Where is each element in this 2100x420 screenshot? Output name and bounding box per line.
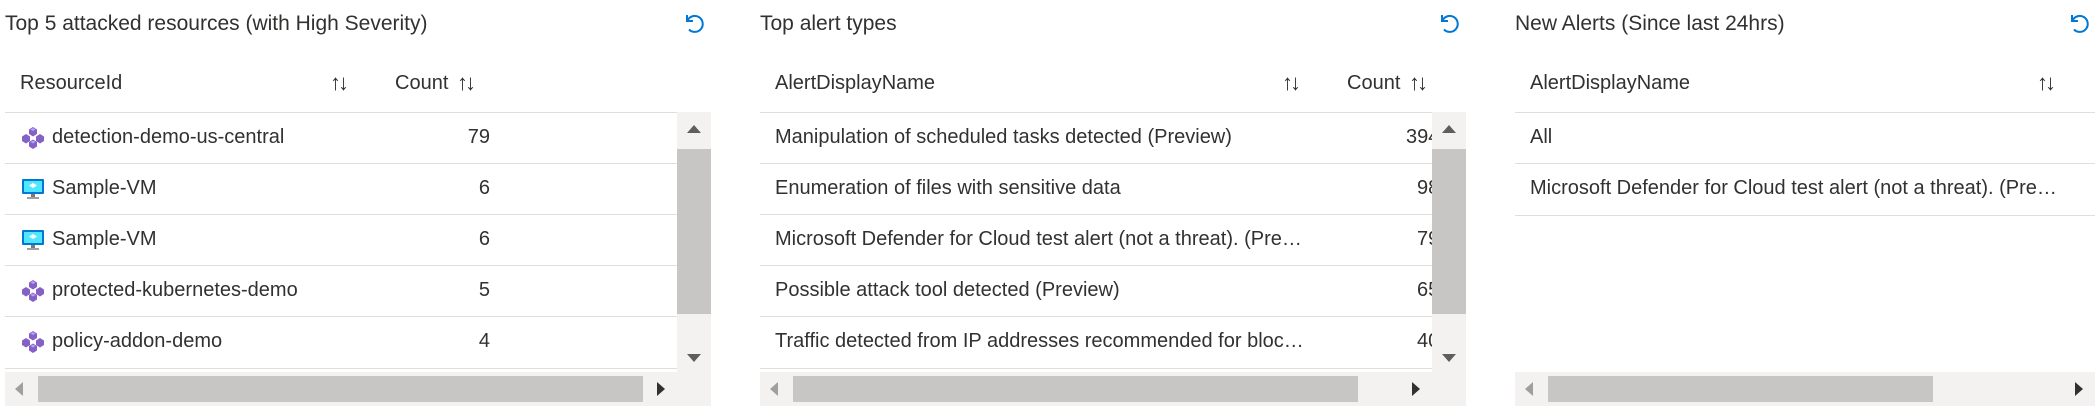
resource-count: 79: [467, 126, 490, 148]
panel-title: New Alerts (Since last 24hrs): [1515, 12, 1785, 35]
horizontal-scrollbar[interactable]: [1515, 372, 2095, 406]
table-row[interactable]: Microsoft Defender for Cloud test alert …: [1515, 163, 2095, 216]
scrollbar-corner: [677, 372, 711, 406]
panel-title: Top alert types: [760, 12, 897, 35]
resource-name: protected-kubernetes-demo: [52, 279, 298, 301]
panel-top-alert-types: Top alert types AlertDisplayName ↑↓ Coun…: [760, 0, 1470, 420]
alert-name: Microsoft Defender for Cloud test alert …: [775, 228, 1302, 250]
column-header-resourceid[interactable]: ResourceId: [20, 72, 122, 95]
refresh-icon[interactable]: [2065, 10, 2091, 36]
scroll-left-arrow-icon[interactable]: [1525, 382, 1533, 396]
data-grid: AlertDisplayName ↑↓ Count ↑↓ Manipulatio…: [760, 62, 1470, 412]
kubernetes-cluster-icon: [20, 329, 46, 355]
scroll-right-arrow-icon[interactable]: [1412, 382, 1420, 396]
resource-name: Sample-VM: [52, 177, 157, 199]
grid-header: ResourceId ↑↓ Count ↑↓: [5, 62, 677, 112]
column-header-count[interactable]: Count: [1347, 72, 1400, 95]
table-row[interactable]: Possible attack tool detected (Preview) …: [760, 265, 1432, 317]
alert-name: Traffic detected from IP addresses recom…: [775, 330, 1304, 352]
virtual-machine-icon: [20, 176, 46, 202]
vertical-scrollbar[interactable]: [677, 112, 711, 372]
alert-count: 65: [1417, 279, 1432, 301]
alert-name: All: [1530, 126, 1553, 148]
scroll-left-arrow-icon[interactable]: [15, 382, 23, 396]
table-row[interactable]: Traffic detected from IP addresses recom…: [760, 316, 1432, 369]
panel-top-attacked-resources: Top 5 attacked resources (with High Seve…: [5, 0, 715, 420]
resource-count: 4: [478, 330, 490, 352]
scroll-down-arrow-icon[interactable]: [1442, 354, 1456, 362]
table-row[interactable]: detection-demo-us-central 79: [5, 112, 677, 164]
table-row[interactable]: Sample-VM 6: [5, 163, 677, 215]
kubernetes-cluster-icon: [20, 278, 46, 304]
column-header-count[interactable]: Count: [395, 72, 448, 95]
horizontal-scroll-thumb[interactable]: [793, 376, 1358, 402]
table-row[interactable]: protected-kubernetes-demo 5: [5, 265, 677, 317]
kubernetes-cluster-icon: [20, 125, 46, 151]
alert-count: 394: [1406, 126, 1432, 148]
data-grid: AlertDisplayName ↑↓ All Microsoft Defend…: [1515, 62, 2095, 412]
alert-name: Microsoft Defender for Cloud test alert …: [1530, 177, 2057, 199]
sort-icon[interactable]: ↑↓: [457, 70, 476, 96]
table-row[interactable]: All: [1515, 112, 2095, 164]
scroll-right-arrow-icon[interactable]: [657, 382, 665, 396]
resource-count: 6: [478, 177, 490, 199]
alert-count: 40: [1417, 330, 1432, 352]
horizontal-scroll-thumb[interactable]: [38, 376, 643, 402]
scroll-up-arrow-icon[interactable]: [687, 125, 701, 133]
sort-icon[interactable]: ↑↓: [1282, 70, 1301, 96]
horizontal-scrollbar[interactable]: [760, 372, 1432, 406]
column-header-alertdisplayname[interactable]: AlertDisplayName: [1530, 72, 1690, 95]
alert-name: Possible attack tool detected (Preview): [775, 279, 1120, 301]
data-grid: ResourceId ↑↓ Count ↑↓ detection-demo-us…: [5, 62, 715, 412]
resource-name: detection-demo-us-central: [52, 126, 285, 148]
vertical-scroll-thumb[interactable]: [677, 149, 711, 314]
table-row[interactable]: policy-addon-demo 4: [5, 316, 677, 369]
vertical-scroll-thumb[interactable]: [1432, 149, 1466, 314]
alert-name: Enumeration of files with sensitive data: [775, 177, 1121, 199]
grid-header: AlertDisplayName ↑↓: [1515, 62, 2095, 112]
horizontal-scrollbar[interactable]: [5, 372, 677, 406]
panel-title: Top 5 attacked resources (with High Seve…: [5, 12, 428, 35]
vertical-scrollbar[interactable]: [1432, 112, 1466, 372]
resource-count: 6: [478, 228, 490, 250]
table-row[interactable]: Microsoft Defender for Cloud test alert …: [760, 214, 1432, 266]
column-header-alertdisplayname[interactable]: AlertDisplayName: [775, 72, 935, 95]
scroll-down-arrow-icon[interactable]: [687, 354, 701, 362]
table-row[interactable]: Enumeration of files with sensitive data…: [760, 163, 1432, 215]
panel-new-alerts: New Alerts (Since last 24hrs) AlertDispl…: [1515, 0, 2095, 420]
resource-name: policy-addon-demo: [52, 330, 223, 352]
grid-rows: detection-demo-us-central 79 Sample-VM 6…: [5, 112, 677, 372]
alert-count: 98: [1417, 177, 1432, 199]
alert-count: 79: [1417, 228, 1432, 250]
sort-icon[interactable]: ↑↓: [330, 70, 349, 96]
grid-header: AlertDisplayName ↑↓ Count ↑↓: [760, 62, 1432, 112]
alert-name: Manipulation of scheduled tasks detected…: [775, 126, 1232, 148]
resource-name: Sample-VM: [52, 228, 157, 250]
scroll-left-arrow-icon[interactable]: [770, 382, 778, 396]
grid-rows: All Microsoft Defender for Cloud test al…: [1515, 112, 2095, 372]
scroll-right-arrow-icon[interactable]: [2075, 382, 2083, 396]
scroll-up-arrow-icon[interactable]: [1442, 125, 1456, 133]
sort-icon[interactable]: ↑↓: [2037, 70, 2056, 96]
refresh-icon[interactable]: [1435, 10, 1461, 36]
grid-rows: Manipulation of scheduled tasks detected…: [760, 112, 1432, 372]
sort-icon[interactable]: ↑↓: [1409, 70, 1428, 96]
resource-count: 5: [478, 279, 490, 301]
table-row[interactable]: Manipulation of scheduled tasks detected…: [760, 112, 1432, 164]
virtual-machine-icon: [20, 227, 46, 253]
table-row[interactable]: Sample-VM 6: [5, 214, 677, 266]
horizontal-scroll-thumb[interactable]: [1548, 376, 1933, 402]
refresh-icon[interactable]: [680, 10, 706, 36]
scrollbar-corner: [1432, 372, 1466, 406]
